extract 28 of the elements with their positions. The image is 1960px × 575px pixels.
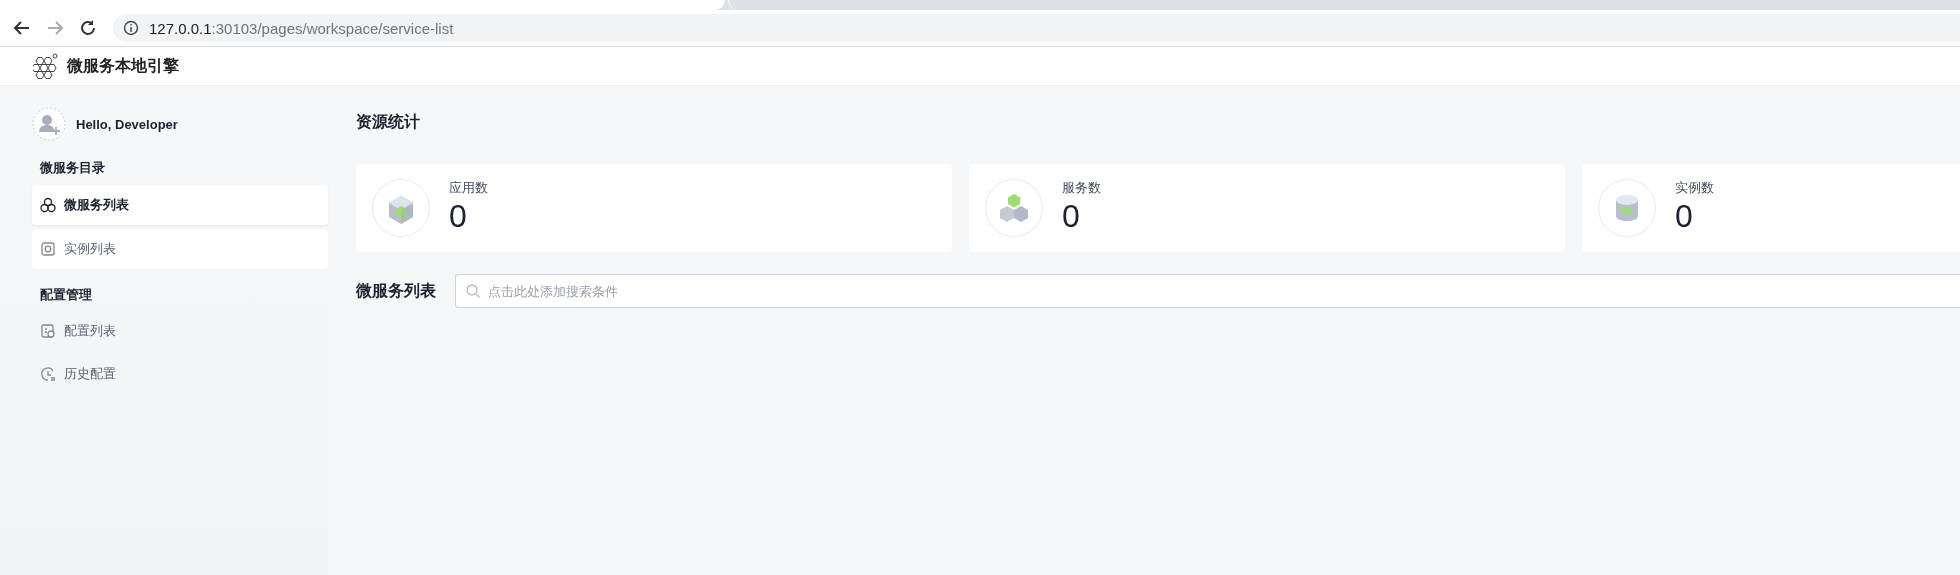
avatar-icon: [32, 107, 66, 141]
stat-label: 实例数: [1675, 179, 1714, 197]
square-icon: [40, 241, 56, 257]
sidebar-item[interactable]: 配置列表: [32, 313, 328, 349]
logo-icon: [33, 52, 59, 80]
stat-label: 服务数: [1062, 179, 1101, 197]
document-icon: [40, 323, 56, 339]
section-heading: 资源统计: [356, 112, 421, 132]
section-heading: 微服务目录: [40, 159, 106, 177]
url-text: 127.0.0.1:30103/pages/workspace/service-list: [149, 19, 454, 37]
info-icon: [123, 20, 139, 36]
section-heading: 微服务列表: [356, 280, 436, 301]
sidebar-item[interactable]: 微服务列表: [32, 185, 328, 225]
clock-icon: [40, 366, 56, 382]
stat-value: 0: [449, 199, 468, 233]
stat-value: 0: [1675, 199, 1694, 233]
greeting-text: Hello, Developer: [76, 116, 178, 132]
search-icon: [465, 283, 481, 299]
stat-value: 0: [1062, 199, 1081, 233]
app-title: 微服务本地引擎: [67, 55, 179, 76]
stat-label: 应用数: [449, 179, 488, 197]
section-heading: 配置管理: [40, 286, 93, 304]
circles-icon: [40, 197, 56, 213]
search-field[interactable]: 点击此处添加搜索条件: [455, 274, 1960, 308]
reload-icon[interactable]: [78, 18, 98, 38]
address-bar[interactable]: 127.0.0.1:30103/pages/workspace/service-list: [113, 14, 1960, 42]
sidebar-item[interactable]: 历史配置: [32, 356, 328, 392]
sidebar-item[interactable]: 实例列表: [32, 229, 328, 269]
